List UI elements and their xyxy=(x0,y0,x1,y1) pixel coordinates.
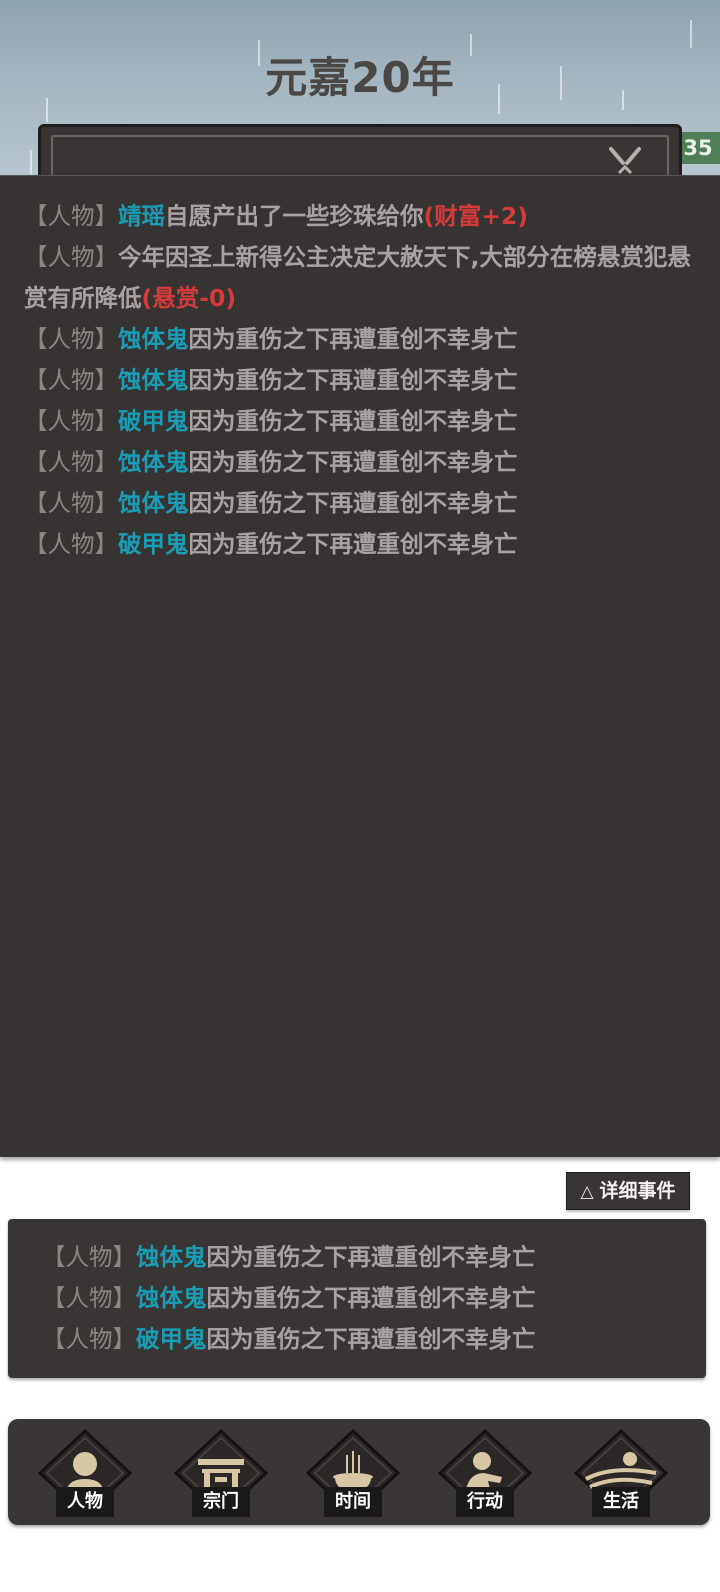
nav-item-action[interactable]: 行动 xyxy=(436,1429,534,1525)
log-entry-name: 蚀体鬼 xyxy=(118,448,189,476)
nav-label-time: 时间 xyxy=(324,1487,382,1517)
log-entry-name: 蚀体鬼 xyxy=(118,366,189,394)
log-entry-tag: 【人物】 xyxy=(24,448,118,476)
nav-item-sect[interactable]: 宗门 xyxy=(172,1429,270,1525)
event-log-list: 【人物】靖瑶自愿产出了一些珍珠给你(财富+2) 【人物】今年因圣上新得公主决定大赦… xyxy=(24,196,696,565)
nav-item-time[interactable]: 时间 xyxy=(304,1429,402,1525)
log-entry-tag: 【人物】 xyxy=(42,1325,136,1353)
log-entry-tag: 【人物】 xyxy=(24,243,118,271)
side-badge: 35 xyxy=(676,132,720,164)
log-entry-tag: 【人物】 xyxy=(24,366,118,394)
log-entry-text: 因为重伤之下再遭重创不幸身亡 xyxy=(188,489,518,517)
log-entry: 【人物】蚀体鬼因为重伤之下再遭重创不幸身亡 xyxy=(42,1278,682,1319)
scenic-background: 元嘉20年 35 xyxy=(0,0,720,178)
log-entry-tag: 【人物】 xyxy=(24,489,118,517)
detail-events-button[interactable]: △ 详细事件 xyxy=(566,1172,690,1210)
log-entry-text: 因为重伤之下再遭重创不幸身亡 xyxy=(188,325,518,353)
log-entry-text: 自愿产出了一些珍珠给你 xyxy=(165,202,424,230)
log-entry-text: 今年因圣上新得公主决定大赦天下,大部分在榜悬赏犯悬赏有所降低 xyxy=(24,243,691,312)
log-entry-text: 因为重伤之下再遭重创不幸身亡 xyxy=(188,407,518,435)
log-entry-tag: 【人物】 xyxy=(42,1243,136,1271)
log-entry-text: 因为重伤之下再遭重创不幸身亡 xyxy=(206,1243,536,1271)
log-entry-name: 破甲鬼 xyxy=(118,407,189,435)
log-entry-text: 因为重伤之下再遭重创不幸身亡 xyxy=(188,448,518,476)
log-entry-name: 蚀体鬼 xyxy=(118,489,189,517)
background-dialog xyxy=(38,124,682,178)
log-entry: 【人物】破甲鬼因为重伤之下再遭重创不幸身亡 xyxy=(42,1319,682,1360)
event-summary-panel[interactable]: 【人物】蚀体鬼因为重伤之下再遭重创不幸身亡 【人物】蚀体鬼因为重伤之下再遭重创不幸… xyxy=(8,1219,706,1378)
log-entry: 【人物】蚀体鬼因为重伤之下再遭重创不幸身亡 xyxy=(24,360,696,401)
log-entry-tag: 【人物】 xyxy=(24,202,118,230)
log-entry-name: 蚀体鬼 xyxy=(136,1243,207,1271)
log-entry-name: 蚀体鬼 xyxy=(118,325,189,353)
log-entry: 【人物】破甲鬼因为重伤之下再遭重创不幸身亡 xyxy=(24,401,696,442)
log-entry: 【人物】蚀体鬼因为重伤之下再遭重创不幸身亡 xyxy=(24,483,696,524)
log-entry: 【人物】今年因圣上新得公主决定大赦天下,大部分在榜悬赏犯悬赏有所降低(悬赏-0) xyxy=(24,237,696,319)
log-entry-delta: (悬赏-0) xyxy=(141,284,237,312)
log-entry-text: 因为重伤之下再遭重创不幸身亡 xyxy=(206,1325,536,1353)
log-entry-tag: 【人物】 xyxy=(24,325,118,353)
log-entry: 【人物】蚀体鬼因为重伤之下再遭重创不幸身亡 xyxy=(42,1237,682,1278)
log-entry: 【人物】蚀体鬼因为重伤之下再遭重创不幸身亡 xyxy=(24,442,696,483)
nav-label-life: 生活 xyxy=(592,1487,650,1517)
event-summary-list: 【人物】蚀体鬼因为重伤之下再遭重创不幸身亡 【人物】蚀体鬼因为重伤之下再遭重创不幸… xyxy=(42,1237,682,1360)
log-entry-tag: 【人物】 xyxy=(42,1284,136,1312)
nav-item-person[interactable]: 人物 xyxy=(36,1429,134,1525)
nav-label-action: 行动 xyxy=(456,1487,514,1517)
log-entry: 【人物】靖瑶自愿产出了一些珍珠给你(财富+2) xyxy=(24,196,696,237)
close-icon xyxy=(609,147,641,175)
log-entry-name: 破甲鬼 xyxy=(118,530,189,558)
event-log-panel[interactable]: 【人物】靖瑶自愿产出了一些珍珠给你(财富+2) 【人物】今年因圣上新得公主决定大赦… xyxy=(0,175,720,1157)
log-entry-text: 因为重伤之下再遭重创不幸身亡 xyxy=(206,1284,536,1312)
log-entry-name: 破甲鬼 xyxy=(136,1325,207,1353)
log-entry-delta: (财富+2) xyxy=(423,202,529,230)
log-entry-name: 靖瑶 xyxy=(118,202,165,230)
log-entry-tag: 【人物】 xyxy=(24,530,118,558)
log-entry-text: 因为重伤之下再遭重创不幸身亡 xyxy=(188,530,518,558)
nav-item-life[interactable]: 生活 xyxy=(572,1429,670,1525)
detail-events-label: 详细事件 xyxy=(599,1180,676,1202)
log-entry-tag: 【人物】 xyxy=(24,407,118,435)
year-title: 元嘉20年 xyxy=(265,53,455,102)
log-entry: 【人物】破甲鬼因为重伤之下再遭重创不幸身亡 xyxy=(24,524,696,565)
bottom-nav: 人物 宗门 时间 行动 生活 xyxy=(8,1419,710,1525)
log-entry-text: 因为重伤之下再遭重创不幸身亡 xyxy=(188,366,518,394)
log-entry: 【人物】蚀体鬼因为重伤之下再遭重创不幸身亡 xyxy=(24,319,696,360)
nav-label-sect: 宗门 xyxy=(192,1487,250,1517)
triangle-up-icon: △ xyxy=(580,1182,594,1202)
nav-label-person: 人物 xyxy=(56,1487,114,1517)
log-entry-name: 蚀体鬼 xyxy=(136,1284,207,1312)
